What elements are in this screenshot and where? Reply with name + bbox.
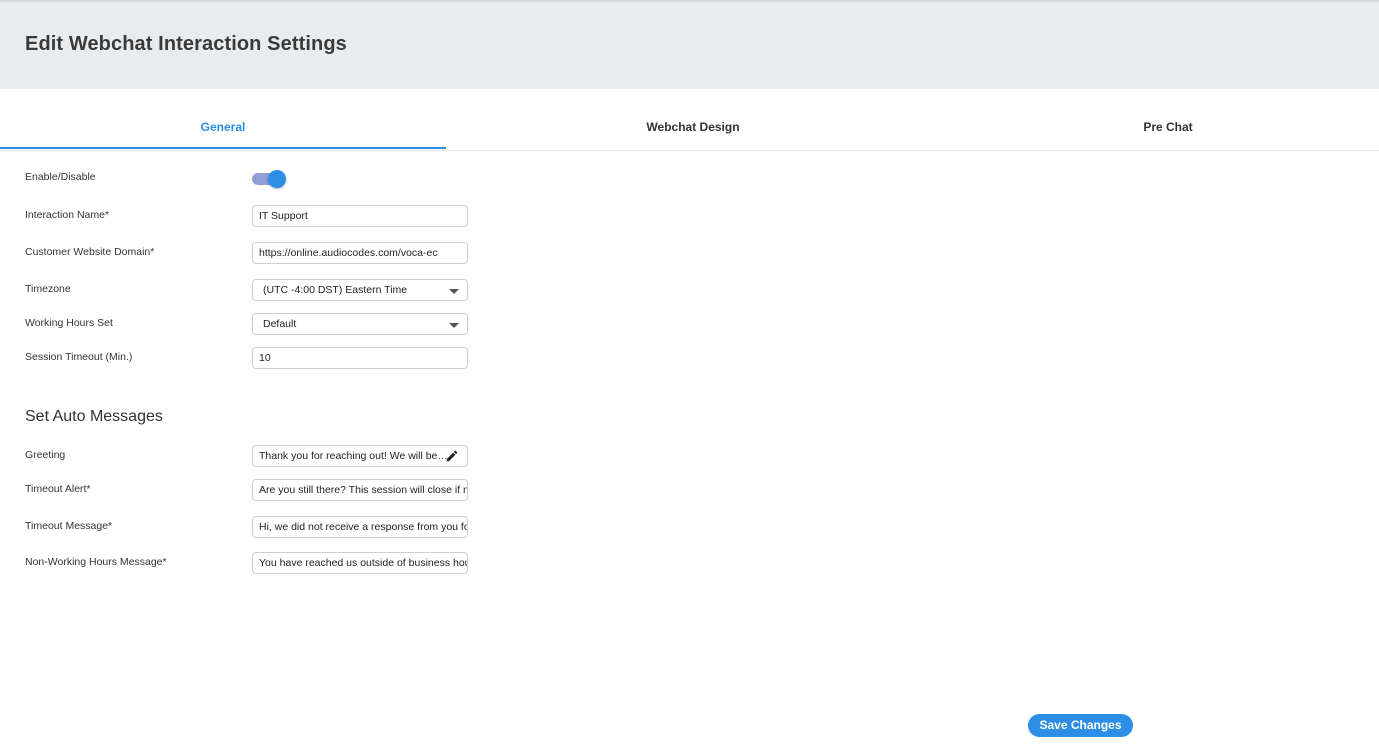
session-timeout-label: Session Timeout (Min.) [25, 351, 133, 363]
timeout-alert-input[interactable]: Are you still there? This session will c… [252, 479, 468, 501]
auto-messages-heading: Set Auto Messages [25, 408, 163, 425]
timezone-value: (UTC -4:00 DST) Eastern Time [263, 284, 408, 296]
timeout-message-input[interactable]: Hi, we did not receive a response from y… [252, 516, 468, 538]
greeting-label: Greeting [25, 449, 66, 461]
working-hours-select[interactable]: Default [252, 313, 468, 335]
enable-label: Enable/Disable [25, 171, 96, 183]
pencil-icon[interactable] [445, 449, 459, 463]
toggle-knob [268, 170, 286, 188]
interaction-name-input[interactable]: IT Support [252, 205, 468, 227]
greeting-input[interactable]: Thank you for reaching out! We will be… [252, 445, 468, 467]
non-working-input[interactable]: You have reached us outside of business … [252, 552, 468, 574]
timeout-message-value: Hi, we did not receive a response from y… [259, 521, 468, 533]
non-working-label: Non-Working Hours Message* [25, 556, 167, 568]
timezone-label: Timezone [25, 283, 71, 295]
domain-value: https://online.audiocodes.com/voca-ec [259, 247, 438, 259]
enable-toggle[interactable] [252, 170, 286, 188]
timeout-alert-value: Are you still there? This session will c… [259, 484, 468, 496]
tab-webchat-design[interactable]: Webchat Design [470, 89, 916, 149]
timeout-alert-label: Timeout Alert* [25, 483, 91, 495]
domain-label: Customer Website Domain* [25, 246, 155, 258]
working-hours-label: Working Hours Set [25, 317, 113, 329]
tab-pre-chat[interactable]: Pre Chat [945, 89, 1379, 149]
timeout-message-label: Timeout Message* [25, 520, 113, 532]
non-working-value: You have reached us outside of business … [259, 557, 468, 569]
tab-bar: General Webchat Design Pre Chat [0, 89, 1379, 151]
session-timeout-value: 10 [259, 352, 271, 364]
interaction-name-label: Interaction Name* [25, 209, 110, 221]
save-changes-button[interactable]: Save Changes [1028, 714, 1133, 737]
chevron-down-icon [449, 289, 459, 294]
tab-general[interactable]: General [0, 89, 446, 149]
page-header: Edit Webchat Interaction Settings [0, 3, 1379, 89]
page-title: Edit Webchat Interaction Settings [25, 33, 347, 55]
timezone-select[interactable]: (UTC -4:00 DST) Eastern Time [252, 279, 468, 301]
greeting-value: Thank you for reaching out! We will be… [259, 450, 448, 462]
interaction-name-value: IT Support [259, 210, 308, 222]
chevron-down-icon [449, 323, 459, 328]
domain-input[interactable]: https://online.audiocodes.com/voca-ec [252, 242, 468, 264]
working-hours-value: Default [263, 318, 297, 330]
session-timeout-input[interactable]: 10 [252, 347, 468, 369]
